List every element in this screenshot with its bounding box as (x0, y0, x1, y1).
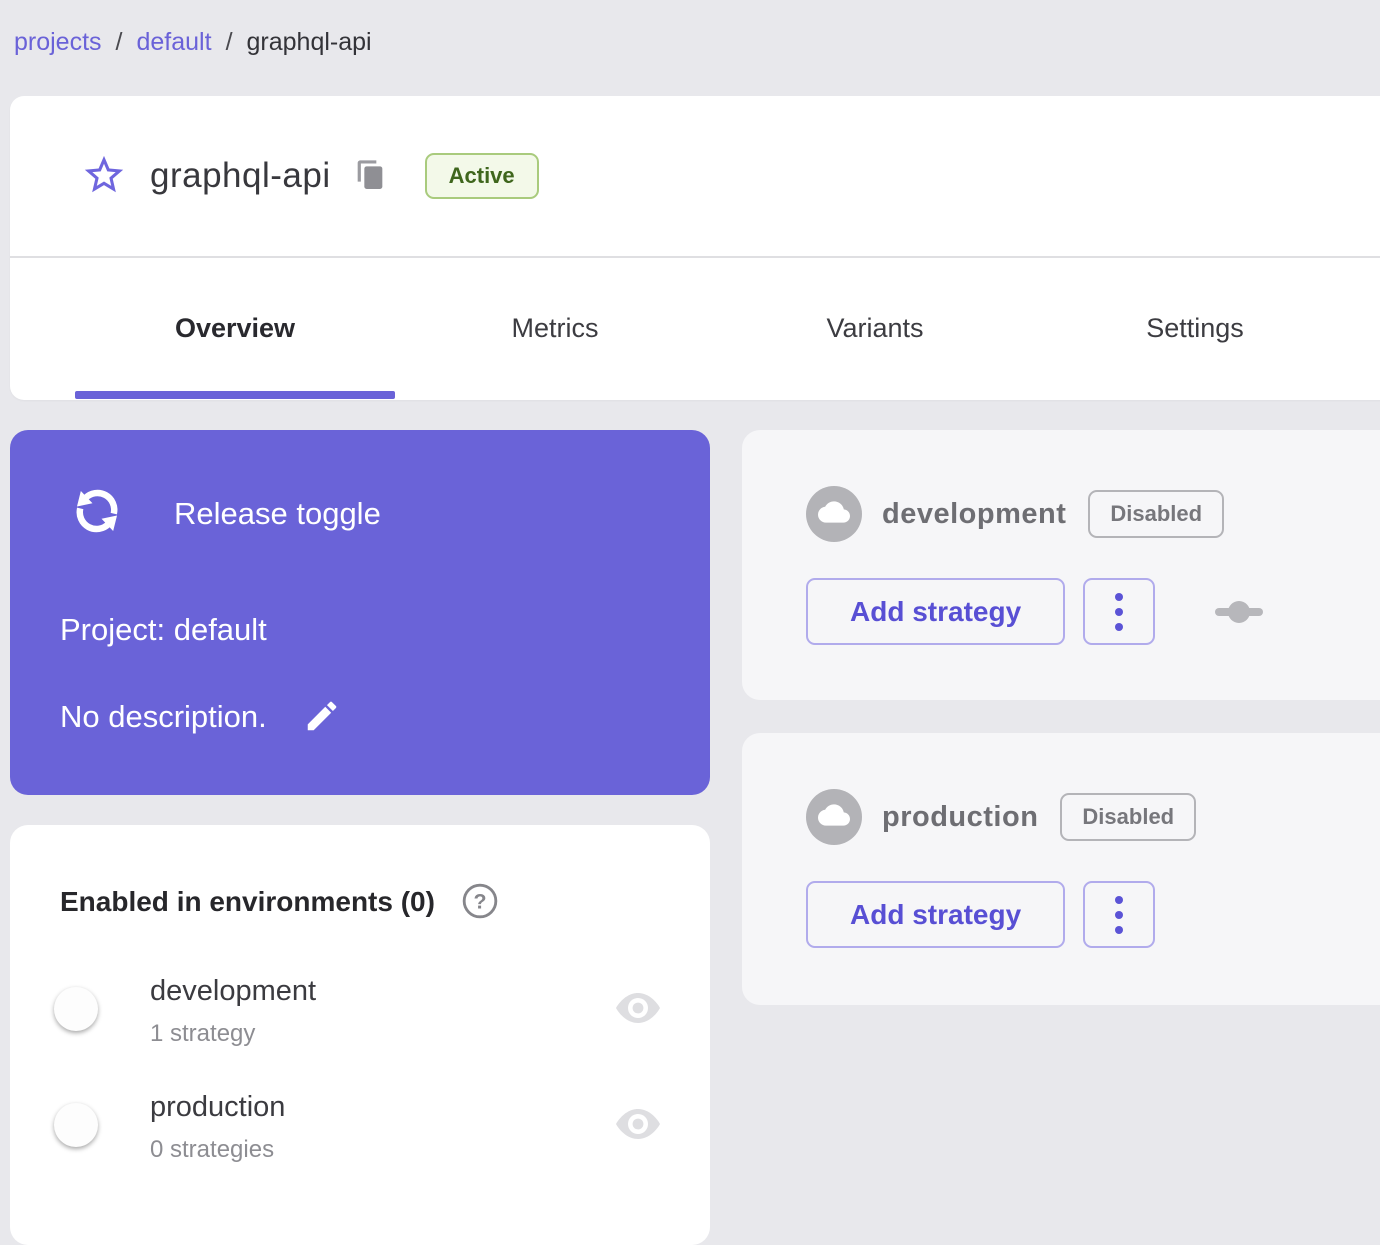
copy-name-button[interactable] (353, 158, 389, 194)
tab-metrics[interactable]: Metrics (395, 258, 715, 399)
active-tab-indicator (75, 391, 395, 399)
environment-header: development Disabled (806, 486, 1225, 542)
release-toggle-icon (66, 480, 128, 547)
pencil-icon (303, 697, 341, 738)
page-title: graphql-api (150, 156, 331, 195)
toggle-knob (54, 1103, 98, 1147)
favorite-button[interactable] (80, 152, 128, 200)
environment-status-badge: Disabled (1088, 490, 1225, 538)
status-badge: Active (424, 153, 539, 199)
environment-avatar (806, 789, 862, 845)
environment-card-development: development Disabled Add strategy (742, 430, 1380, 700)
breadcrumb-projects-link[interactable]: projects (14, 28, 102, 57)
help-icon: ? (461, 882, 499, 923)
help-button[interactable]: ? (461, 883, 499, 921)
environment-actions: Add strategy (806, 881, 1156, 948)
star-icon (81, 152, 127, 201)
breadcrumb: projects / default / graphql-api (14, 28, 372, 57)
tab-variants[interactable]: Variants (715, 258, 1035, 399)
environment-row-name: development (150, 975, 317, 1007)
enabled-panel-header: Enabled in environments (0) ? (60, 883, 499, 921)
enabled-panel-title: Enabled in environments (0) (60, 886, 435, 917)
visibility-button-production[interactable] (613, 1105, 663, 1145)
feature-overview-page: projects / default / graphql-api graphql… (0, 0, 1380, 1245)
feature-description-row: No description. (60, 696, 343, 738)
breadcrumb-current: graphql-api (246, 28, 372, 56)
environment-row-strategies: 0 strategies (150, 1136, 275, 1163)
environment-card-production: production Disabled Add strategy (742, 733, 1380, 1005)
feature-header: graphql-api Active (10, 96, 1380, 256)
environment-status-badge: Disabled (1060, 793, 1197, 841)
enabled-environments-panel: Enabled in environments (0) ? developmen… (10, 825, 710, 1245)
environment-toggle-development[interactable] (54, 987, 124, 1031)
breadcrumb-default-link[interactable]: default (137, 28, 212, 57)
environment-header: production Disabled (806, 789, 1197, 845)
environment-avatar (806, 486, 862, 542)
breadcrumb-separator: / (225, 28, 233, 56)
environment-name: production (882, 800, 1039, 833)
visibility-button-development[interactable] (613, 989, 663, 1029)
add-strategy-button-development[interactable]: Add strategy (806, 578, 1066, 645)
feature-type-card: Release toggle Project: default No descr… (10, 430, 710, 795)
environment-toggle-row-development: development 1 strategy (10, 975, 710, 1055)
tab-bar: Overview Metrics Variants Settings (10, 258, 1380, 399)
feature-description: No description. (60, 699, 267, 734)
tab-settings[interactable]: Settings (1035, 258, 1355, 399)
svg-text:?: ? (473, 889, 486, 913)
environment-row-name: production (150, 1091, 286, 1123)
environment-menu-button-production[interactable] (1083, 881, 1156, 948)
add-strategy-button-production[interactable]: Add strategy (806, 881, 1066, 948)
environment-actions: Add strategy (806, 578, 1264, 645)
breadcrumb-separator: / (115, 28, 123, 56)
kebab-icon (1115, 592, 1124, 631)
eye-icon (614, 1106, 662, 1145)
cloud-icon (818, 799, 850, 836)
feature-type-label: Release toggle (174, 495, 381, 531)
feature-type-row: Release toggle (66, 480, 381, 547)
copy-icon (355, 159, 387, 194)
cloud-icon (818, 496, 850, 533)
feature-header-card: graphql-api Active Overview Metrics Vari… (10, 96, 1380, 400)
edit-description-button[interactable] (301, 696, 343, 738)
environment-toggle-production[interactable] (54, 1103, 124, 1147)
feature-project-label: Project: default (60, 612, 267, 647)
toggle-knob (54, 987, 98, 1031)
eye-icon (614, 990, 662, 1029)
environment-toggle-row-production: production 0 strategies (10, 1091, 710, 1171)
environment-name: development (882, 497, 1067, 530)
tab-overview[interactable]: Overview (75, 258, 395, 399)
kebab-icon (1115, 895, 1124, 934)
environment-menu-button-development[interactable] (1083, 578, 1156, 645)
strategy-slider-icon (1215, 588, 1264, 636)
environment-row-strategies: 1 strategy (150, 1020, 256, 1047)
